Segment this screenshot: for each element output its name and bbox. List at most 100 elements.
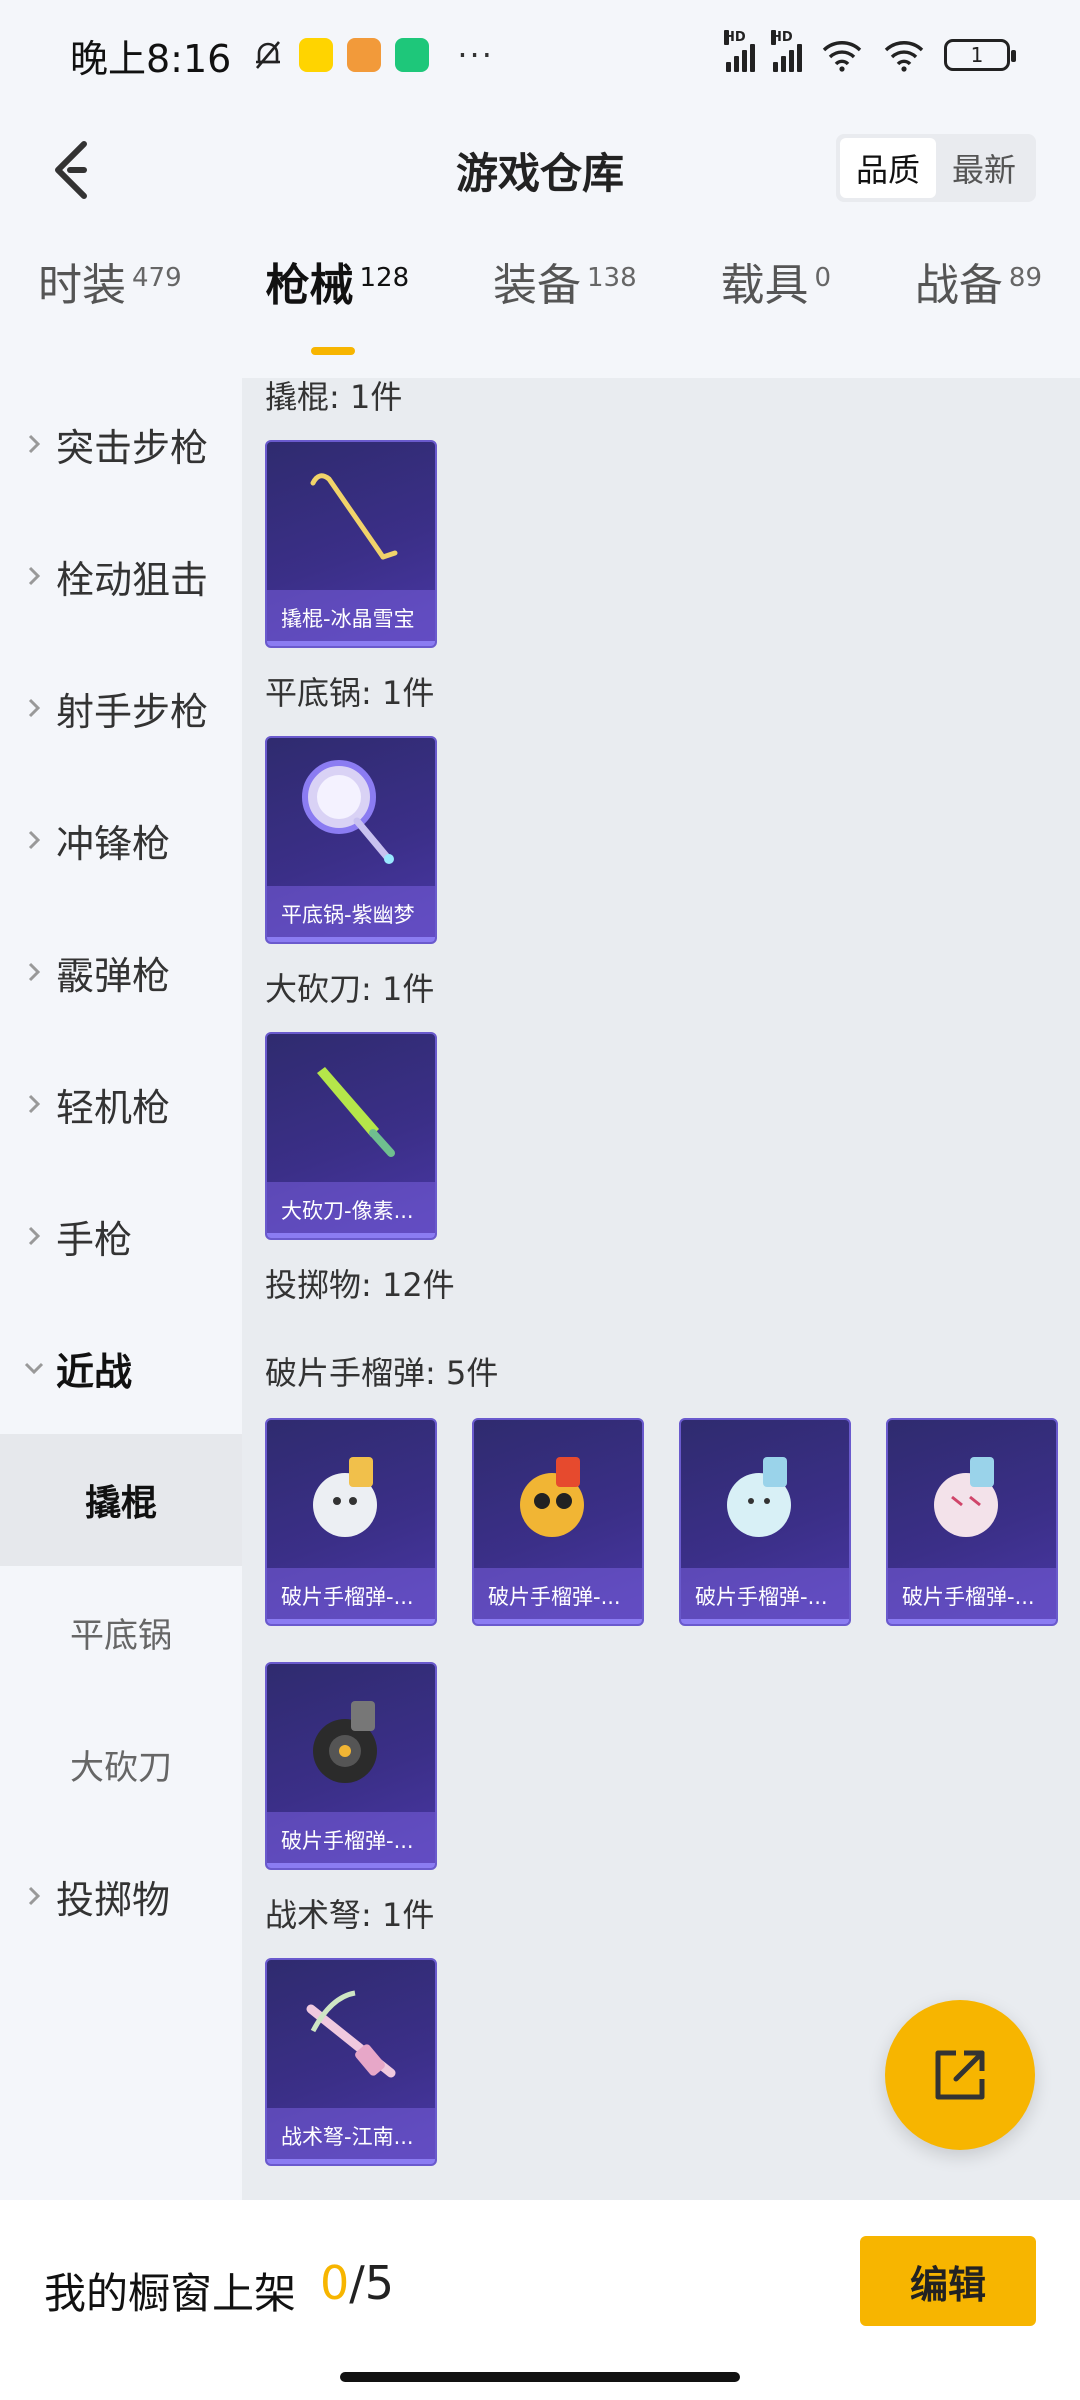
item-card-crossbow[interactable]: 战术弩-江南... [265, 1958, 437, 2166]
sidebar-item-shotgun[interactable]: 霰弹枪 [0, 906, 242, 1038]
chevron-right-icon [22, 1092, 46, 1116]
tab-label: 装备 [493, 260, 581, 311]
app-notification-icon-2 [347, 38, 382, 72]
section-title-machete: 大砍刀: 1件 [265, 970, 435, 1008]
tab-combat-gear[interactable]: 战备 89 [915, 255, 1042, 370]
rarity-bar [474, 1619, 642, 1624]
rarity-bar [888, 1619, 1056, 1624]
showcase-total: /5 [349, 2256, 395, 2310]
tab-label: 时装 [38, 260, 126, 311]
signal-hd-label: HD [771, 30, 793, 45]
machete-icon [267, 1034, 435, 1184]
showcase-current: 0 [320, 2256, 350, 2310]
item-card-label: 破片手榴弹-... [267, 1812, 435, 1868]
header: 游戏仓库 品质 最新 [0, 110, 1080, 230]
sidebar-item-throwables[interactable]: 投掷物 [0, 1830, 242, 1962]
battery-level: 1 [970, 43, 984, 67]
sidebar-item-melee[interactable]: 近战 [0, 1302, 242, 1434]
sidebar-item-lmg[interactable]: 轻机枪 [0, 1038, 242, 1170]
sidebar-item-pistol[interactable]: 手枪 [0, 1170, 242, 1302]
grenade-icon [267, 1420, 435, 1570]
sidebar-item-label: 栓动狙击 [56, 557, 209, 602]
showcase-bottom-bar: 我的橱窗上架 0/5 编辑 [0, 2200, 1080, 2400]
chevron-right-icon [22, 696, 46, 720]
sidebar-item-label: 突击步枪 [56, 425, 209, 470]
grenade-icon [267, 1664, 435, 1814]
item-card-label: 撬棍-冰晶雪宝 [267, 590, 435, 646]
status-right-icons: HD HD 1 [724, 30, 1016, 72]
item-card-machete[interactable]: 大砍刀-像素... [265, 1032, 437, 1240]
item-card-label: 战术弩-江南... [267, 2108, 435, 2164]
sidebar-item-marksman-rifle[interactable]: 射手步枪 [0, 642, 242, 774]
section-title-frying-pan: 平底锅: 1件 [265, 674, 435, 712]
sidebar-item-label: 近战 [56, 1349, 133, 1394]
sidebar-item-label: 投掷物 [56, 1877, 171, 1922]
weapon-type-sidebar: 突击步枪 栓动狙击 射手步枪 冲锋枪 霰弹枪 轻机枪 手枪 近战 撬棍 平底锅 … [0, 378, 242, 2200]
share-fab-button[interactable] [885, 2000, 1035, 2150]
sidebar-subitem-frying-pan[interactable]: 平底锅 [0, 1566, 242, 1698]
grenade-icon [474, 1420, 642, 1570]
sidebar-item-assault-rifle[interactable]: 突击步枪 [0, 378, 242, 510]
item-card-frag-grenade[interactable]: 破片手榴弹-... [265, 1418, 437, 1626]
tab-count: 128 [359, 263, 410, 293]
back-arrow-icon [55, 141, 87, 199]
item-card-frag-grenade[interactable]: 破片手榴弹-... [886, 1418, 1058, 1626]
item-card-label: 大砍刀-像素... [267, 1182, 435, 1238]
item-card-frag-grenade[interactable]: 破片手榴弹-... [265, 1662, 437, 1870]
share-external-icon [935, 2050, 985, 2100]
item-card-label: 破片手榴弹-... [267, 1568, 435, 1624]
signal-icon-2: HD [771, 30, 802, 72]
item-card-frying-pan[interactable]: 平底锅-紫幽梦 [265, 736, 437, 944]
sidebar-subitem-crowbar[interactable]: 撬棍 [0, 1434, 242, 1566]
sidebar-item-label: 霰弹枪 [56, 953, 171, 998]
tab-count: 479 [132, 263, 182, 293]
status-left-icons: ··· [251, 36, 494, 74]
rarity-bar [267, 1233, 435, 1238]
chevron-right-icon [22, 1884, 46, 1908]
sort-option-latest[interactable]: 最新 [936, 138, 1032, 198]
chevron-right-icon [22, 432, 46, 456]
item-card-frag-grenade[interactable]: 破片手榴弹-... [679, 1418, 851, 1626]
item-grid-content[interactable]: 撬棍: 1件 撬棍-冰晶雪宝 平底锅: 1件 平底锅-紫幽梦 大砍刀: 1件 大… [242, 378, 1080, 2200]
item-card-label: 平底锅-紫幽梦 [267, 886, 435, 942]
sort-toggle: 品质 最新 [835, 134, 1036, 202]
sidebar-subitem-machete[interactable]: 大砍刀 [0, 1698, 242, 1830]
item-card-crowbar[interactable]: 撬棍-冰晶雪宝 [265, 440, 437, 648]
tab-vehicles[interactable]: 载具 0 [721, 255, 832, 370]
tab-count: 138 [587, 263, 637, 293]
category-tabs: 时装 479 枪械 128 装备 138 载具 0 战备 89 [0, 255, 1080, 370]
tab-fashion[interactable]: 时装 479 [38, 255, 182, 370]
item-card-label: 破片手榴弹-... [474, 1568, 642, 1624]
sidebar-item-bolt-sniper[interactable]: 栓动狙击 [0, 510, 242, 642]
wifi-icon-2 [884, 41, 924, 72]
sidebar-item-smg[interactable]: 冲锋枪 [0, 774, 242, 906]
sidebar-item-label: 射手步枪 [56, 689, 209, 734]
showcase-label: 我的橱窗上架 [44, 2269, 297, 2318]
item-card-label: 破片手榴弹-... [888, 1568, 1056, 1624]
home-indicator[interactable] [340, 2372, 740, 2382]
rarity-bar [267, 1619, 435, 1624]
tab-label: 载具 [720, 260, 809, 311]
page-title: 游戏仓库 [455, 148, 624, 198]
tab-firearms[interactable]: 枪械 128 [265, 255, 410, 370]
status-bar: 晚上8:16 ··· HD HD 1 [0, 0, 1080, 110]
rarity-bar [267, 937, 435, 942]
tab-equipment[interactable]: 装备 138 [493, 255, 637, 370]
frying-pan-icon [267, 738, 435, 888]
chevron-down-icon [22, 1356, 46, 1380]
rarity-bar [267, 641, 435, 646]
rarity-bar [267, 1863, 435, 1868]
chevron-right-icon [22, 1224, 46, 1248]
sidebar-item-label: 轻机枪 [56, 1085, 171, 1130]
item-card-label: 破片手榴弹-... [681, 1568, 849, 1624]
back-button[interactable] [30, 130, 110, 210]
item-card-frag-grenade[interactable]: 破片手榴弹-... [472, 1418, 644, 1626]
grenade-icon [888, 1420, 1056, 1570]
section-title-frag-grenade: 破片手榴弹: 5件 [265, 1354, 499, 1392]
edit-button[interactable]: 编辑 [860, 2236, 1036, 2326]
sort-option-quality[interactable]: 品质 [839, 138, 936, 198]
section-title-throwables: 投掷物: 12件 [265, 1266, 455, 1304]
crowbar-icon [267, 442, 435, 592]
tab-label: 枪械 [265, 260, 354, 311]
signal-hd-label: HD [724, 30, 746, 45]
